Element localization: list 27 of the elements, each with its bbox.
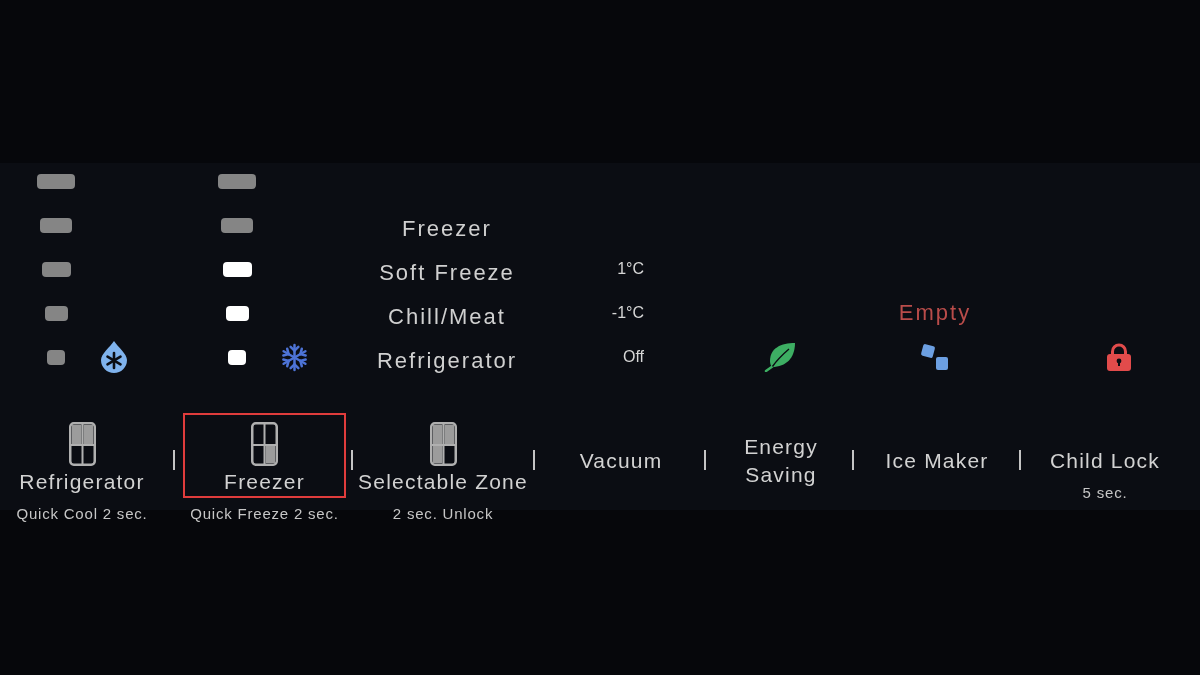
leaf-icon <box>764 342 796 372</box>
button-caption: 5 sec. <box>1082 484 1128 502</box>
ice-cubes-icon <box>920 343 950 371</box>
temperature-value: 1°C <box>617 259 644 279</box>
drop-icon <box>100 341 128 373</box>
mode-label: Soft Freeze <box>379 260 515 286</box>
function-button[interactable]: Vacuum <box>571 445 671 477</box>
snowflake-icon <box>280 342 309 372</box>
temperature-value: Off <box>622 347 644 367</box>
function-button[interactable]: Energy Saving <box>710 431 852 491</box>
button-caption: Quick Freeze 2 sec. <box>190 505 339 523</box>
mode-label: Refrigerator <box>376 348 518 374</box>
function-button[interactable]: Ice Maker <box>877 445 997 477</box>
fridge-icon <box>429 422 457 466</box>
fridge-icon <box>251 422 278 466</box>
mode-label: Freezer <box>402 216 492 242</box>
function-button[interactable]: Child Lock <box>1041 445 1169 477</box>
ice-maker-status: Empty <box>898 300 972 326</box>
zone-button[interactable]: Freezer <box>183 413 346 498</box>
zone-button[interactable]: Selectable Zone <box>354 413 532 498</box>
mode-label: Chill/Meat <box>388 304 506 330</box>
button-caption: Quick Cool 2 sec. <box>16 505 148 523</box>
lock-icon <box>1104 342 1134 372</box>
fridge-icon <box>68 422 96 466</box>
zone-button[interactable]: Refrigerator <box>0 413 164 498</box>
button-caption: 2 sec. Unlock <box>392 505 494 523</box>
temperature-value: -1°C <box>611 303 644 323</box>
